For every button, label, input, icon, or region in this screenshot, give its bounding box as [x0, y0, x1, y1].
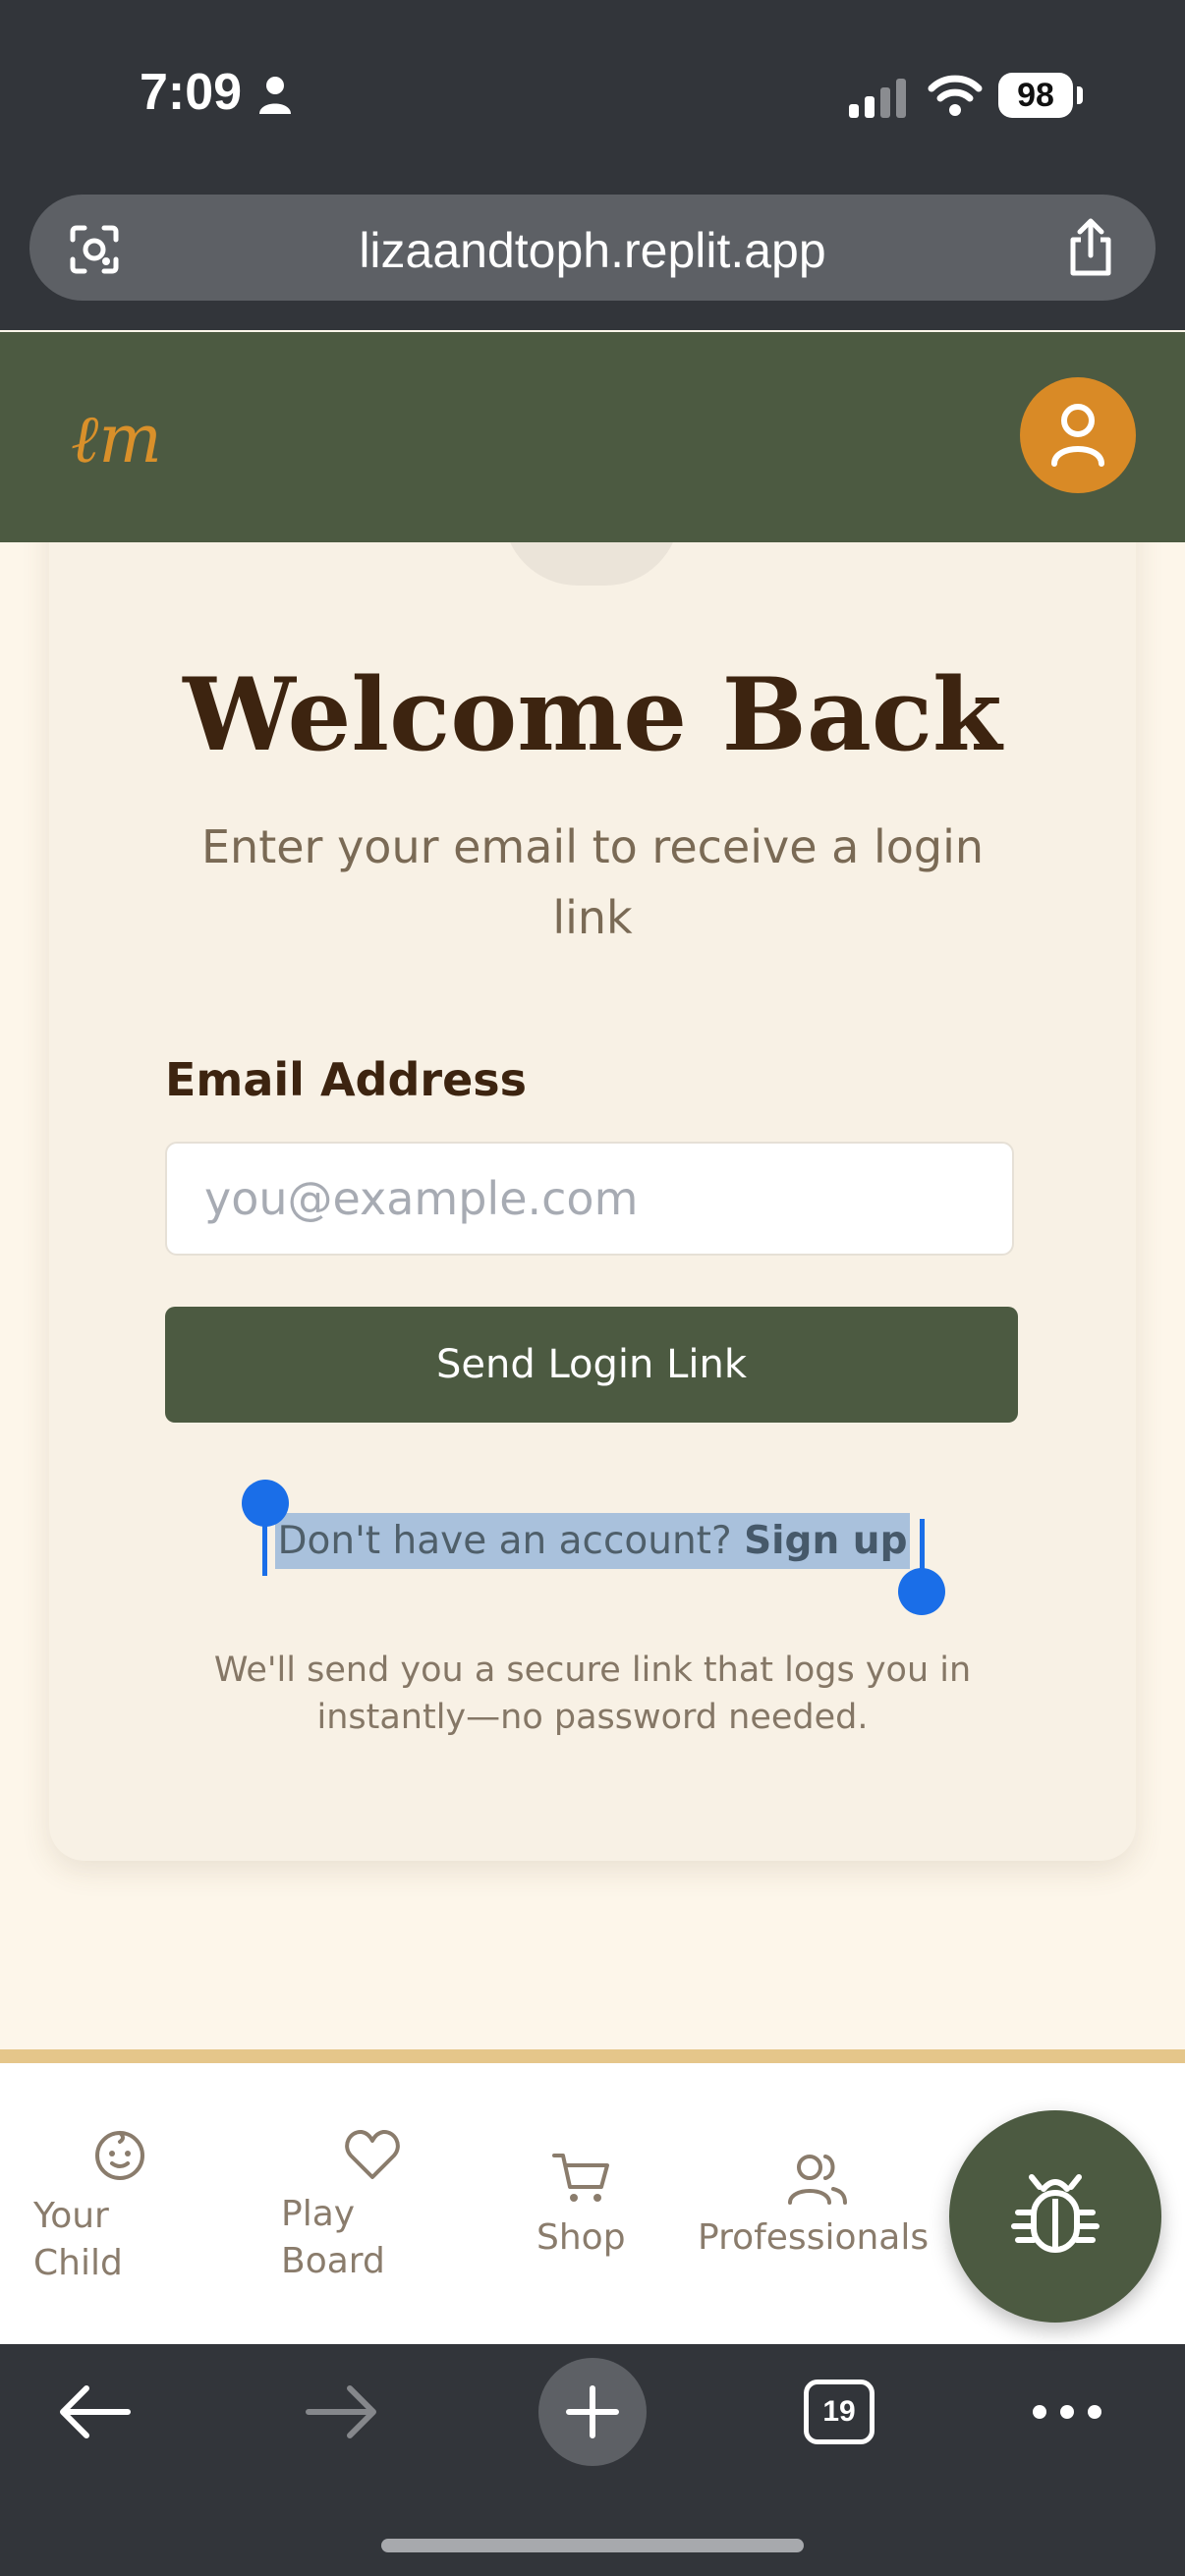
- nav-item-your-child[interactable]: Your Child: [33, 2128, 161, 2287]
- home-indicator: [381, 2539, 804, 2552]
- bug-report-button[interactable]: [949, 2110, 1161, 2323]
- browser-top-chrome: 7:09 98 lizaandtoph.replit.app: [0, 0, 1185, 330]
- send-login-link-button[interactable]: Send Login Link: [165, 1307, 1018, 1423]
- app-header: ℓт: [0, 332, 1185, 542]
- cart-icon: [552, 2154, 609, 2202]
- page-subtitle: Enter your email to receive a login link: [200, 820, 984, 944]
- bug-icon: [1011, 2174, 1100, 2253]
- plus-icon: [566, 2385, 619, 2438]
- email-label: Email Address: [165, 1053, 528, 1106]
- nav-item-professionals[interactable]: Professionals: [698, 2152, 929, 2262]
- signup-link[interactable]: Sign up: [744, 1519, 907, 1563]
- signup-prompt: Don't have an account? Sign up: [0, 1513, 1185, 1569]
- url-bar[interactable]: lizaandtoph.replit.app: [29, 195, 1156, 301]
- signup-prompt-text: Don't have an account?: [277, 1519, 732, 1563]
- battery-tip: [1077, 86, 1083, 104]
- person-status-icon: [259, 77, 291, 114]
- url-text: lizaandtoph.replit.app: [359, 223, 826, 278]
- profile-button[interactable]: [1020, 377, 1136, 493]
- share-icon[interactable]: [1063, 216, 1118, 279]
- forward-arrow-icon[interactable]: [305, 2383, 379, 2440]
- info-text: We'll send you a secure link that logs y…: [213, 1651, 972, 1737]
- user-icon: [1051, 404, 1104, 467]
- battery-level: 98: [998, 73, 1073, 118]
- nav-label-play-board: Play Board: [281, 2194, 385, 2281]
- cellular-signal-icon: [849, 79, 906, 118]
- page-title: Welcome Back: [183, 656, 1002, 774]
- nav-label-shop: Shop: [536, 2217, 626, 2258]
- status-time: 7:09: [140, 64, 243, 121]
- more-menu-icon[interactable]: [1032, 2403, 1102, 2421]
- wifi-icon: [928, 75, 983, 116]
- brand-logo[interactable]: ℓт: [71, 401, 162, 478]
- heart-icon: [345, 2130, 400, 2179]
- nav-item-shop[interactable]: Shop: [536, 2152, 626, 2262]
- users-icon: [788, 2155, 847, 2205]
- nav-item-play-board[interactable]: Play Board: [281, 2128, 409, 2285]
- email-input[interactable]: [165, 1142, 1014, 1256]
- tab-switcher-button[interactable]: 19: [804, 2380, 875, 2444]
- nav-divider: [0, 2049, 1185, 2063]
- battery-indicator: 98: [998, 73, 1083, 118]
- selection-handle-end[interactable]: [898, 1568, 945, 1615]
- back-arrow-icon[interactable]: [57, 2383, 132, 2440]
- selected-text: Don't have an account? Sign up: [275, 1513, 910, 1569]
- nav-label-professionals: Professionals: [698, 2217, 930, 2258]
- nav-label-your-child: Your Child: [33, 2196, 123, 2283]
- baby-icon: [95, 2131, 144, 2180]
- new-tab-button[interactable]: [538, 2358, 647, 2466]
- selection-handle-start[interactable]: [242, 1480, 289, 1527]
